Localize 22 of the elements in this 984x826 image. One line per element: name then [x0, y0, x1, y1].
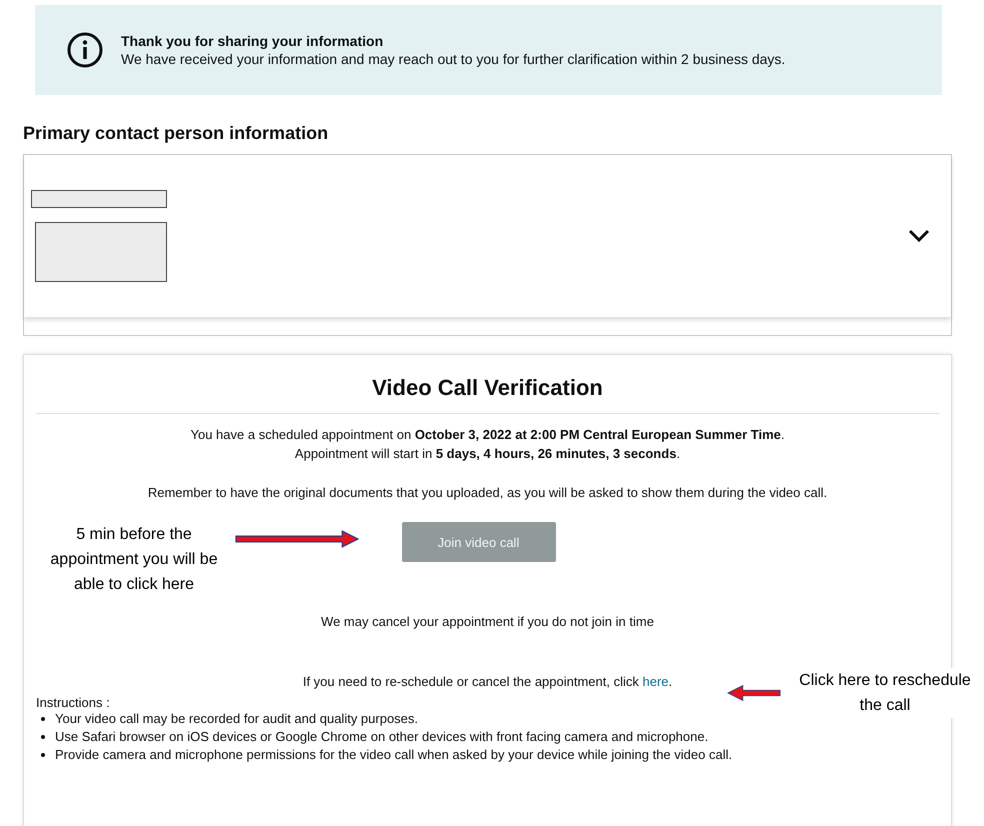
reminder-text: Remember to have the original documents that you uploaded, as you will be asked to show them during the video call.	[146, 484, 828, 502]
banner-message: We have received your information and may reach out to you for further clarification within 2 business days.	[121, 51, 786, 67]
bullet-icon	[41, 753, 45, 757]
instruction-item: Provide camera and microphone permissions for the video call when asked by your device while joining the video call.	[55, 746, 732, 764]
cancel-notice: We may cancel your appointment if you do not join in time	[320, 613, 655, 631]
instruction-item: Use Safari browser on iOS devices or Google Chrome on other devices with front facing camera and microphone.	[55, 728, 708, 746]
info-icon	[65, 30, 105, 70]
arrow-icon	[726, 683, 782, 703]
banner-title: Thank you for sharing your information	[121, 33, 384, 49]
expand-toggle[interactable]	[907, 228, 931, 244]
reschedule-link[interactable]: here	[642, 674, 669, 689]
appointment-text: You have a scheduled appointment on October 3, 2022 at 2:00 PM Central European Summer Time. Appointment will start in 5 days, 4 hours, 26 minutes, 3 seconds.	[190, 426, 786, 463]
annotation-text: Click here to reschedule the call	[798, 668, 972, 718]
arrow-icon	[234, 528, 360, 548]
card-title: Video Call Verification	[371, 375, 604, 401]
section-heading: Primary contact person information	[23, 123, 330, 144]
annotation-text: 5 min before the appointment you will be able to click here	[49, 525, 219, 595]
instruction-item: Your video call may be recorded for audit and quality purposes.	[55, 710, 418, 728]
chevron-icon	[907, 228, 931, 244]
bullet-icon	[41, 717, 45, 721]
bullet-icon	[41, 735, 45, 739]
instructions-label: Instructions :	[36, 695, 110, 710]
